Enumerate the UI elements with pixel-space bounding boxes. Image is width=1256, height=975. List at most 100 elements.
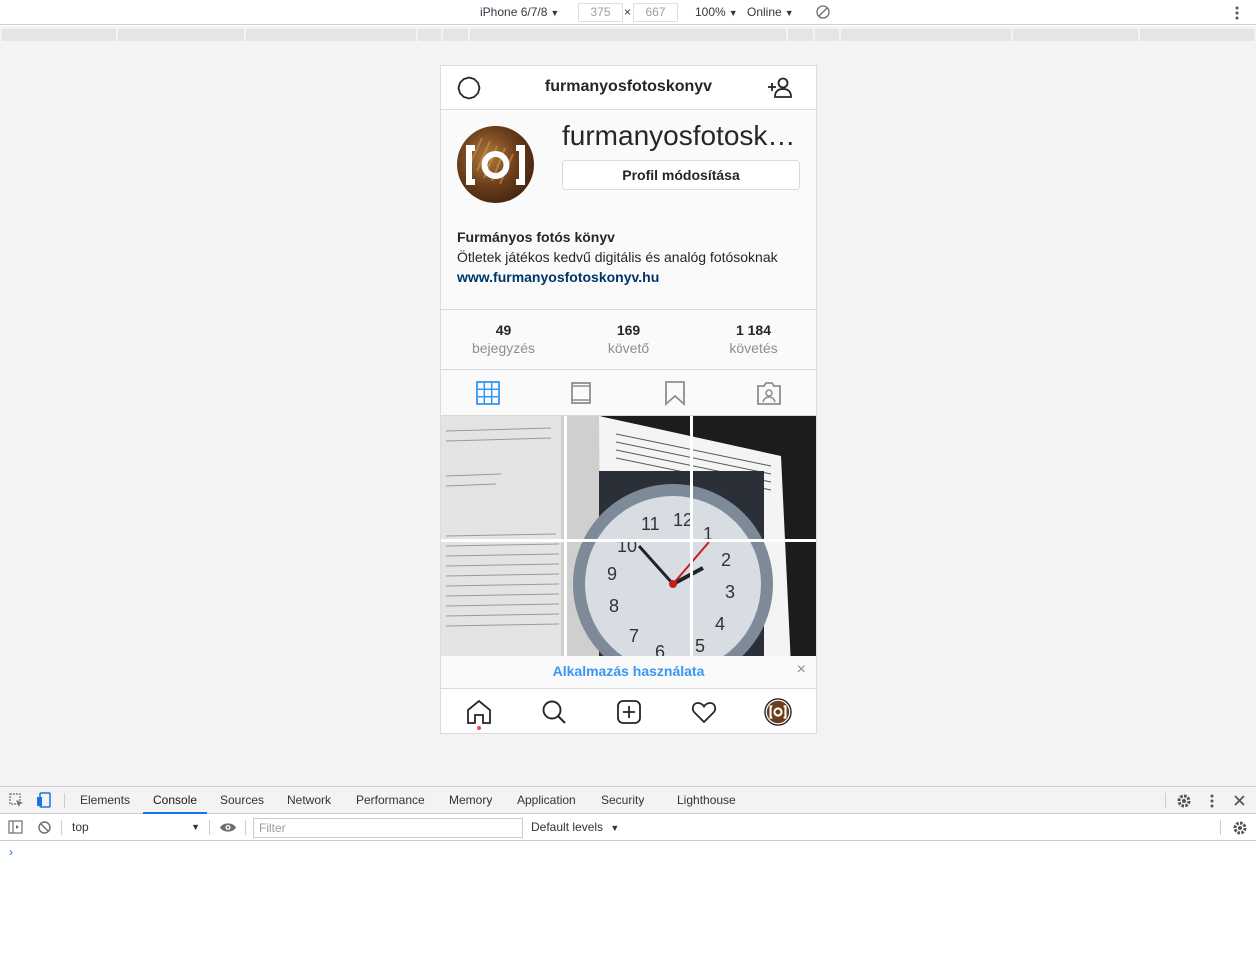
divider (61, 820, 62, 835)
zoom-value: 100% (695, 5, 726, 19)
instagram-profile-page: furmanyosfotoskonyv furmanyosfotoskonyv … (441, 66, 816, 733)
tab-sources[interactable]: Sources (220, 787, 264, 814)
more-options-icon[interactable] (1232, 5, 1242, 21)
tab-memory[interactable]: Memory (449, 787, 492, 814)
device-toolbar: iPhone 6/7/8 ▼ 375 × 667 100% ▼ Online ▼ (0, 0, 1256, 25)
divider (1165, 793, 1166, 808)
profile-section: furmanyosfotoskonyv Profil módosítása Fu… (441, 110, 816, 309)
tab-elements[interactable]: Elements (80, 787, 130, 814)
ruler-segment[interactable] (118, 29, 244, 41)
svg-text:8: 8 (609, 596, 619, 616)
open-app-link[interactable]: Alkalmazás használata (441, 663, 816, 679)
saved-bookmark-icon[interactable] (662, 380, 688, 406)
divider (245, 820, 246, 835)
ruler-segment[interactable] (2, 29, 116, 41)
ruler-segment[interactable] (443, 29, 468, 41)
avatar[interactable] (457, 126, 534, 203)
divider (1220, 820, 1221, 835)
svg-text:3: 3 (725, 582, 735, 602)
bio-link[interactable]: www.furmanyosfotoskonyv.hu (457, 267, 802, 287)
ruler-segment[interactable] (470, 29, 786, 41)
device-select[interactable]: iPhone 6/7/8 ▼ (480, 0, 559, 25)
chevron-down-icon: ▼ (191, 822, 200, 832)
stats-bar: 49 bejegyzés 169 követő 1 184 követés (441, 309, 816, 370)
tab-network[interactable]: Network (287, 787, 331, 814)
bottom-nav (441, 688, 816, 733)
stat-label: bejegyzés (471, 340, 536, 356)
tab-console[interactable]: Console (143, 787, 208, 814)
grid-divider (441, 539, 816, 542)
console-prompt[interactable]: › (9, 845, 13, 859)
stat-number: 169 (616, 322, 641, 338)
chevron-down-icon: ▼ (550, 8, 560, 18)
feed-view-icon[interactable] (568, 380, 594, 406)
edit-profile-button[interactable]: Profil módosítása (562, 160, 800, 190)
ruler-segment[interactable] (841, 29, 1011, 41)
tab-security[interactable]: Security (601, 787, 644, 814)
open-app-banner[interactable]: Alkalmazás használata × (441, 656, 816, 688)
console-settings-icon[interactable] (1232, 820, 1248, 836)
ruler-segment[interactable] (815, 29, 839, 41)
posts-grid: 11 12 1 234 567 8 9 10 (441, 416, 816, 666)
stat-number: 1 184 (735, 322, 772, 338)
device-name: iPhone 6/7/8 (480, 5, 548, 19)
eye-icon[interactable] (219, 821, 237, 834)
log-levels-select[interactable]: Default levels ▼ (531, 814, 619, 841)
chevron-down-icon: ▼ (610, 823, 620, 833)
profile-avatar-icon[interactable] (764, 698, 792, 726)
gear-icon[interactable] (1176, 793, 1192, 809)
more-options-icon[interactable] (1207, 793, 1217, 809)
tagged-photos-icon[interactable] (756, 380, 782, 406)
inspect-element-icon[interactable] (9, 793, 24, 808)
svg-text:4: 4 (715, 614, 725, 634)
notification-dot (477, 726, 481, 730)
devtools-tabbar: Elements Console Sources Network Perform… (0, 787, 1256, 814)
header-username: furmanyosfotoskonyv (544, 78, 713, 95)
dimension-separator: × (624, 5, 632, 19)
ruler-segment[interactable] (788, 29, 813, 41)
bio: Furmányos fotós könyv Ötletek játékos ke… (457, 227, 802, 287)
ruler-segment[interactable] (246, 29, 416, 41)
devtools-panel: Elements Console Sources Network Perform… (0, 786, 1256, 975)
close-icon[interactable]: × (797, 661, 806, 679)
clear-console-icon[interactable] (37, 820, 52, 835)
followers-count[interactable]: 169 követő (566, 321, 691, 357)
network-select[interactable]: Online ▼ (747, 0, 794, 25)
close-icon[interactable] (1233, 794, 1246, 807)
svg-text:9: 9 (607, 564, 617, 584)
width-input[interactable]: 375 (578, 3, 623, 22)
svg-text:5: 5 (695, 636, 705, 656)
filter-input[interactable]: Filter (253, 818, 523, 838)
following-count[interactable]: 1 184 követés (691, 321, 816, 357)
device-toggle-icon[interactable] (36, 792, 51, 808)
ruler-segment[interactable] (1140, 29, 1254, 41)
bio-text: Ötletek játékos kedvű digitális és analó… (457, 249, 778, 265)
divider (209, 820, 210, 835)
home-icon[interactable] (465, 698, 493, 726)
stat-label: követő (607, 340, 650, 356)
svg-text:11: 11 (641, 514, 660, 534)
top-bar: furmanyosfotoskonyv (441, 66, 816, 110)
tab-application[interactable]: Application (517, 787, 576, 814)
context-select[interactable]: top ▼ (66, 814, 204, 841)
tab-lighthouse[interactable]: Lighthouse (677, 787, 736, 814)
rotate-icon[interactable] (815, 4, 831, 20)
divider (64, 793, 65, 808)
tab-performance[interactable]: Performance (356, 787, 425, 814)
chevron-down-icon: ▼ (728, 8, 738, 18)
profile-username: furmanyosfotoskonyv (562, 120, 802, 151)
levels-value: Default levels (531, 820, 604, 834)
ruler-segment[interactable] (418, 29, 441, 41)
network-value: Online (747, 5, 782, 19)
console-toolbar: top ▼ Filter Default levels ▼ (0, 814, 1256, 841)
grid-view-icon[interactable] (475, 380, 501, 406)
add-user-icon[interactable] (767, 76, 793, 100)
ruler-segment[interactable] (1013, 29, 1138, 41)
sidebar-toggle-icon[interactable] (8, 820, 23, 834)
zoom-select[interactable]: 100% ▼ (695, 0, 738, 25)
heart-icon[interactable] (690, 698, 718, 726)
posts-count[interactable]: 49 bejegyzés (441, 321, 566, 357)
search-icon[interactable] (540, 698, 568, 726)
new-post-icon[interactable] (615, 698, 643, 726)
height-input[interactable]: 667 (633, 3, 678, 22)
